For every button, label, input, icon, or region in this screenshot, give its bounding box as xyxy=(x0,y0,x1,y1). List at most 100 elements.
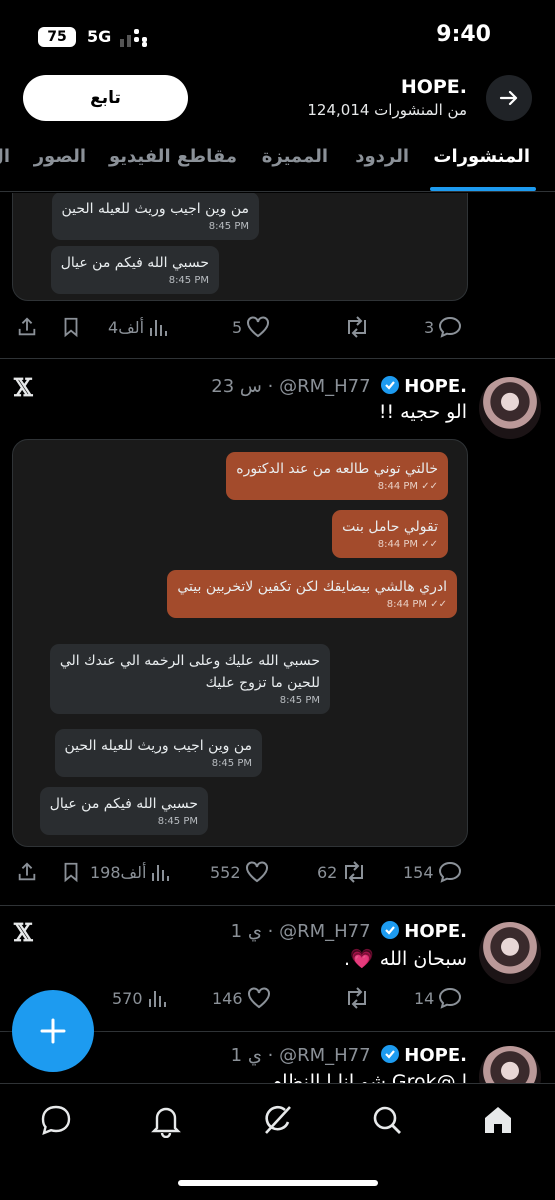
profile-header: تابع HOPE. 124,014 من المنشورات xyxy=(0,70,555,126)
share-icon xyxy=(18,862,36,881)
bookmark-button[interactable] xyxy=(60,313,82,341)
post-meta: 1 ي · @RM_H77 HOPE. xyxy=(230,921,467,942)
reply-button[interactable]: 3 xyxy=(424,313,462,341)
chat-text: حسبي الله فيكم من عيال xyxy=(60,255,209,271)
plus-icon xyxy=(40,1018,66,1044)
profile-name: HOPE. xyxy=(400,76,467,98)
tab-highlights[interactable]: المميزة xyxy=(262,146,328,167)
post-meta: 1 ي · @RM_H77 HOPE. xyxy=(230,1045,467,1066)
post-meta: 23 س · @RM_H77 HOPE. xyxy=(211,376,467,397)
repost-icon xyxy=(348,987,366,1009)
likes-count: 552 xyxy=(210,862,241,882)
battery-indicator: 75 xyxy=(38,27,76,47)
tab-photos[interactable]: الصور xyxy=(34,146,86,167)
verified-icon xyxy=(381,376,400,394)
x-logo-icon: 𝕏 xyxy=(14,373,33,402)
home-indicator xyxy=(178,1180,378,1186)
chat-text: من وين اجيب وريث للعيله الحين xyxy=(61,201,250,217)
heart-icon xyxy=(247,316,270,338)
repost-icon xyxy=(345,861,364,883)
chat-time: 8:44 PM ✓✓ xyxy=(377,539,438,550)
tab-replies[interactable]: الردود xyxy=(355,146,409,167)
chat-bubble: حسبي الله فيكم من عيال 8:45 PM xyxy=(50,246,219,294)
reply-button[interactable]: 14 xyxy=(414,984,462,1012)
repost-button[interactable]: 62 xyxy=(317,858,367,886)
post-author[interactable]: HOPE. xyxy=(404,1045,467,1066)
views-button[interactable]: 570 xyxy=(112,984,167,1012)
compose-button[interactable] xyxy=(12,990,94,1072)
arrow-right-icon xyxy=(499,90,518,106)
active-tab-indicator xyxy=(430,187,536,191)
post-image[interactable]: خالتي توني طالعه من عند الدكتوره 8:44 PM… xyxy=(12,439,468,847)
repost-icon xyxy=(348,316,366,338)
tab-media[interactable]: ال xyxy=(0,146,10,167)
reply-icon xyxy=(438,861,461,883)
share-button[interactable] xyxy=(16,858,38,886)
post-text: سبحان الله 💗. xyxy=(344,948,467,970)
post-text: ا @Grok شو انا ا النظام ... xyxy=(246,1071,467,1083)
chat-text: ادري هالشي بيضايقك لكن تكفين لاتخربين بي… xyxy=(177,579,447,595)
post-time: 1 ي xyxy=(230,1045,262,1066)
post-image[interactable]: من وين اجيب وريث للعيله الحين 8:45 PM حس… xyxy=(12,193,468,301)
like-button[interactable]: 552 xyxy=(210,858,269,886)
chat-bubble: من وين اجيب وريث للعيله الحين 8:45 PM xyxy=(51,193,259,240)
chat-text: تقولي حامل بنت xyxy=(342,519,438,535)
replies-count: 14 xyxy=(414,988,435,1008)
post-handle[interactable]: @RM_H77 xyxy=(279,1045,370,1066)
post-divider xyxy=(0,358,555,359)
views-count: 198ألف xyxy=(90,862,147,882)
clock: 9:40 xyxy=(436,22,491,47)
home-icon[interactable] xyxy=(480,1102,516,1138)
views-button[interactable]: 198ألف xyxy=(90,858,170,886)
post-handle[interactable]: @RM_H77 xyxy=(279,376,370,397)
chat-text: خالتي توني طالعه من عند الدكتوره xyxy=(236,461,438,477)
back-button[interactable] xyxy=(486,75,532,121)
tab-posts[interactable]: المنشورات xyxy=(433,146,530,167)
reply-button[interactable]: 154 xyxy=(403,858,462,886)
reply-icon xyxy=(439,987,462,1009)
chat-bubble: حسبي الله فيكم من عيال 8:45 PM xyxy=(39,787,208,835)
grok-icon[interactable] xyxy=(259,1102,295,1138)
views-count: 4ألف xyxy=(108,317,145,337)
chat-text: حسبي الله فيكم من عيال xyxy=(49,796,198,812)
views-icon xyxy=(148,991,166,1007)
post-handle[interactable]: @RM_H77 xyxy=(279,921,370,942)
likes-count: 146 xyxy=(212,988,243,1008)
post-actions: 4ألف 5 3 xyxy=(0,313,555,341)
like-button[interactable]: 146 xyxy=(212,984,271,1012)
chat-bubble: تقولي حامل بنت 8:44 PM ✓✓ xyxy=(332,510,448,558)
notifications-icon[interactable] xyxy=(148,1102,184,1138)
network-type: 5G xyxy=(87,27,112,46)
chat-bubble: من وين اجيب وريث للعيله الحين 8:45 PM xyxy=(54,729,262,777)
messages-icon[interactable] xyxy=(38,1102,74,1138)
bookmark-icon xyxy=(64,317,78,338)
search-icon[interactable] xyxy=(369,1102,405,1138)
chat-bubble: حسبي الله عليك وعلى الرخمه الي عندك الي … xyxy=(49,644,330,714)
replies-count: 154 xyxy=(403,862,434,882)
post-actions: 198ألف 552 62 154 xyxy=(0,858,555,886)
bookmark-button[interactable] xyxy=(60,858,82,886)
repost-button[interactable] xyxy=(344,313,370,341)
avatar[interactable] xyxy=(479,922,541,984)
chat-time: 8:45 PM xyxy=(208,221,249,232)
follow-button[interactable]: تابع xyxy=(23,75,188,121)
avatar[interactable] xyxy=(479,377,541,439)
chat-time: 8:45 PM xyxy=(168,275,209,286)
posts-feed[interactable]: من وين اجيب وريث للعيله الحين 8:45 PM حس… xyxy=(0,193,555,1083)
likes-count: 5 xyxy=(232,317,243,337)
like-button[interactable]: 5 xyxy=(232,313,270,341)
bookmark-icon xyxy=(64,862,78,883)
tab-videos[interactable]: مقاطع الفيديو xyxy=(109,146,237,167)
status-bar: 75 5G 9:40 xyxy=(0,0,555,70)
chat-time: 8:44 PM ✓✓ xyxy=(377,481,438,492)
verified-icon xyxy=(381,1045,400,1063)
post-author[interactable]: HOPE. xyxy=(404,376,467,397)
repost-button[interactable] xyxy=(344,984,370,1012)
heart-icon xyxy=(247,987,270,1009)
views-button[interactable]: 4ألف xyxy=(108,313,168,341)
replies-count: 3 xyxy=(424,317,435,337)
share-button[interactable] xyxy=(16,313,38,341)
post-author[interactable]: HOPE. xyxy=(404,921,467,942)
chat-text: حسبي الله عليك وعلى الرخمه الي عندك الي xyxy=(59,653,320,669)
avatar[interactable] xyxy=(479,1046,541,1083)
